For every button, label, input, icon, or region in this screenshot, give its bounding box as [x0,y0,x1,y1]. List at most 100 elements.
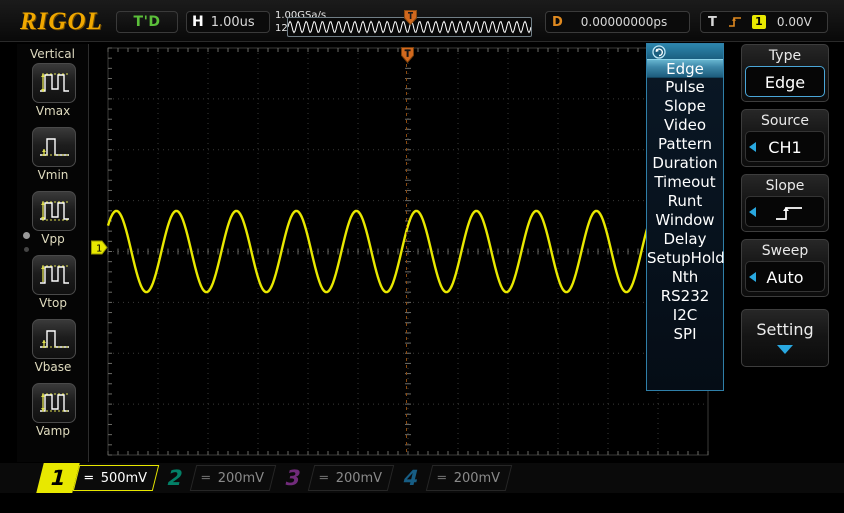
chevron-left-icon [749,142,756,152]
trigger-letter: T [708,14,717,30]
trigger-type-item-rs232[interactable]: RS232 [647,287,723,306]
menu-value-source[interactable]: CH1 [745,131,825,162]
trigger-indicator[interactable]: T 1 0.00V [700,11,828,33]
menu-group-source[interactable]: Source CH1 [741,109,829,167]
channel-scale-box-3[interactable]: ═ 200mV [307,465,395,491]
trigger-position-line [406,64,407,456]
channel1-ground-marker[interactable]: 1 [91,240,108,255]
dc-coupling-icon: ═ [202,470,209,486]
trigger-type-item-spi[interactable]: SPI [647,325,723,344]
trigger-position-marker-icon[interactable] [401,47,414,63]
menu-title-source: Source [760,113,810,129]
ground-marker-label: 1 [96,244,102,255]
sidebar-item-vpp[interactable]: Vpp [17,191,89,253]
channel-scale-box-2[interactable]: ═ 200mV [189,465,277,491]
delay-letter: D [552,14,563,30]
rigol-logo: RIGOL [20,8,103,35]
scroll-indicator-dot-inactive [24,247,29,252]
channel-item-3[interactable]: 3 ═ 200mV [275,463,395,493]
trigger-type-item-duration[interactable]: Duration [647,154,723,173]
menu-value-type[interactable]: Edge [745,66,825,97]
preview-trigger-marker-icon [404,10,417,25]
trigger-level-value: 0.00V [776,15,812,29]
menu-group-slope[interactable]: Slope [741,174,829,232]
channel-status-bar: 1 ═ 500mV 2 ═ 200mV 3 ═ 200mV 4 ═ 200mV [0,463,844,493]
timebase-indicator[interactable]: H 1.00us [186,11,270,33]
channel-item-1[interactable]: 1 ═ 500mV [36,463,160,493]
menu-value-type-text: Edge [764,73,806,92]
delay-indicator[interactable]: D 0.00000000ps [545,11,690,33]
sidebar-title: Vertical [30,47,75,61]
menu-value-source-text: CH1 [768,138,802,157]
trigger-type-item-pattern[interactable]: Pattern [647,135,723,154]
menu-group-type[interactable]: Type Edge [741,44,829,102]
sidebar-label-vmax: Vmax [35,104,71,118]
timebase-letter: H [192,14,204,30]
channel-item-4[interactable]: 4 ═ 200mV [393,463,513,493]
trigger-type-menu-header[interactable] [647,44,723,59]
vamp-measure-icon [32,383,76,423]
trigger-type-item-timeout[interactable]: Timeout [647,173,723,192]
menu-group-sweep[interactable]: Sweep Auto [741,239,829,297]
vbase-measure-icon [32,319,76,359]
vtop-measure-icon [32,255,76,295]
sidebar-label-vtop: Vtop [39,296,67,310]
menu-value-sweep-text: Auto [766,268,804,287]
trigger-type-item-edge[interactable]: Edge [647,59,723,78]
trigger-type-item-slope[interactable]: Slope [647,97,723,116]
menu-value-slope[interactable] [745,196,825,227]
waveform-display-area[interactable] [90,44,716,462]
channel-item-2[interactable]: 2 ═ 200mV [157,463,277,493]
dc-coupling-icon: ═ [438,470,445,486]
trigger-type-item-setuphold[interactable]: SetupHold [647,249,725,268]
trigger-type-item-delay[interactable]: Delay [647,230,723,249]
vmin-measure-icon [32,127,76,167]
trigger-source-badge: 1 [751,15,766,29]
sidebar-item-vbase[interactable]: Vbase [17,319,89,381]
menu-value-sweep[interactable]: Auto [745,261,825,292]
trigger-settings-panel: Type Edge Source CH1 Slope Sweep Auto Se… [728,44,842,462]
grid-and-trace [106,47,709,456]
channel-volts-3: 200mV [335,470,383,486]
dc-coupling-icon: ═ [85,470,92,486]
run-status-indicator[interactable]: T'D [116,11,178,33]
vpp-measure-icon [32,191,76,231]
channel-scale-box-1[interactable]: ═ 500mV [72,465,160,491]
timebase-value: 1.00us [210,14,255,30]
sidebar-item-vmin[interactable]: Vmin [17,127,89,189]
return-arrow-icon[interactable] [651,45,667,59]
vertical-measure-sidebar: Vertical Vmax Vmin Vpp Vtop Vbase Vamp [17,44,89,462]
sidebar-label-vmin: Vmin [37,168,69,182]
trigger-type-item-nth[interactable]: Nth [647,268,723,287]
menu-title-sweep: Sweep [761,243,809,259]
scroll-indicator-dot-active [23,232,30,239]
channel-volts-4: 200mV [453,470,501,486]
trigger-type-item-video[interactable]: Video [647,116,723,135]
channel-volts-1: 500mV [100,470,148,486]
rising-edge-icon [776,207,802,220]
sidebar-item-vtop[interactable]: Vtop [17,255,89,317]
sidebar-item-vmax[interactable]: Vmax [17,63,89,125]
sidebar-label-vbase: Vbase [34,360,72,374]
trigger-type-item-runt[interactable]: Runt [647,192,723,211]
rising-edge-icon [728,17,741,27]
trigger-type-item-i2c[interactable]: I2C [647,306,723,325]
sidebar-label-vamp: Vamp [36,424,70,438]
chevron-left-icon [749,207,756,217]
vmax-measure-icon [32,63,76,103]
sidebar-item-vamp[interactable]: Vamp [17,383,89,445]
oscilloscope-screen: RIGOL T'D H 1.00us 1.00GSa/s 12.0k pts D… [0,0,844,513]
trigger-type-item-window[interactable]: Window [647,211,723,230]
channel-volts-2: 200mV [217,470,265,486]
top-status-bar: RIGOL T'D H 1.00us 1.00GSa/s 12.0k pts D… [0,0,844,42]
setting-button[interactable]: Setting [741,309,829,367]
channel-scale-box-4[interactable]: ═ 200mV [425,465,513,491]
trigger-type-menu[interactable]: Edge Pulse Slope Video Pattern Duration Timeou… [646,43,725,391]
chevron-left-icon [749,272,756,282]
delay-value: 0.00000000ps [580,15,668,29]
menu-title-type: Type [768,48,802,64]
dc-coupling-icon: ═ [320,470,327,486]
trigger-type-item-pulse[interactable]: Pulse [647,78,723,97]
chevron-down-icon [777,345,793,354]
menu-title-slope: Slope [765,178,805,194]
